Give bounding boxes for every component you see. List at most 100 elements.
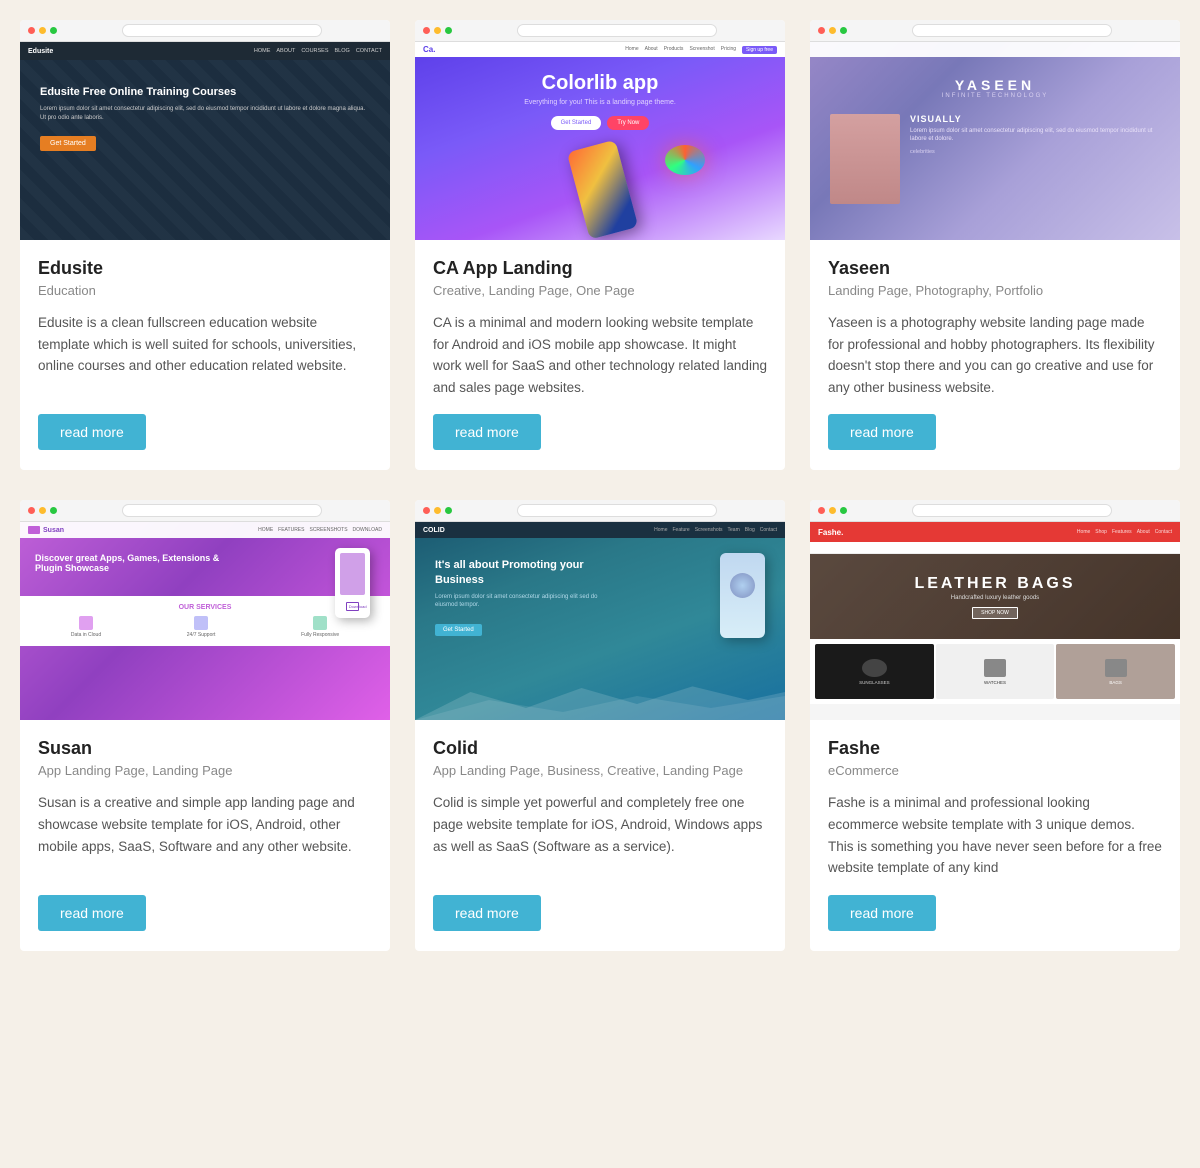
- ss-service-item: 24/7 Support: [187, 616, 216, 638]
- ss-service-label: Fully Responsive: [301, 632, 339, 638]
- card-desc-yaseen: Yaseen is a photography website landing …: [828, 312, 1162, 398]
- screenshot-yaseen: YASEEN INFINITE TECHNOLOGY VISUALLY Lore…: [810, 42, 1180, 240]
- ss-ca-nav-link: Home: [625, 46, 638, 54]
- ss-fashe-nav-link: Shop: [1095, 529, 1107, 535]
- ss-susan-nav-link: DOWNLOAD: [353, 527, 382, 533]
- ss-fashe-nav-link: Contact: [1155, 529, 1172, 535]
- ss-yaseen-photo: [830, 114, 900, 204]
- screenshot-colid: COLID Home Feature Screenshots Team Blog…: [415, 522, 785, 720]
- card-body-yaseen: Yaseen Landing Page, Photography, Portfo…: [810, 240, 1180, 470]
- ss-nav-link: HOME: [254, 48, 271, 54]
- ss-hero-title: Edusite Free Online Training Courses: [40, 85, 370, 99]
- card-image-colid: COLID Home Feature Screenshots Team Blog…: [415, 500, 785, 720]
- card-desc-fashe: Fashe is a minimal and professional look…: [828, 792, 1162, 878]
- ss-ca-nav-link: Screenshot: [689, 46, 714, 54]
- ss-service-icon: [79, 616, 93, 630]
- ss-fashe-nav-link: Features: [1112, 529, 1132, 535]
- ss-logo: Edusite: [28, 48, 53, 55]
- ss-susan-logo-icon: [28, 526, 40, 534]
- dot-green: [840, 507, 847, 514]
- ss-susan-nav-link: FEATURES: [278, 527, 304, 533]
- ss-colid-nav-link: Screenshots: [695, 527, 723, 533]
- ss-susan-phone: Download: [335, 548, 370, 618]
- ss-fashe-shop-btn: SHOP NOW: [972, 607, 1018, 619]
- ss-service-icon: [313, 616, 327, 630]
- card-ca-app: Ca. Home About Products Screenshot Prici…: [415, 20, 785, 470]
- ss-susan-service-row: Data in Cloud 24/7 Support Fully Respons…: [28, 616, 382, 638]
- ss-susan-logo: Susan: [43, 527, 64, 534]
- ss-susan-nav: Susan HOME FEATURES SCREENSHOTS DOWNLOAD: [20, 522, 390, 538]
- card-image-ca: Ca. Home About Products Screenshot Prici…: [415, 20, 785, 240]
- dot-red: [28, 27, 35, 34]
- url-bar-ca: [517, 24, 717, 37]
- card-title-ca: CA App Landing: [433, 258, 767, 279]
- dot-red: [818, 507, 825, 514]
- read-more-button-fashe[interactable]: read more: [828, 895, 936, 931]
- card-yaseen: YASEEN INFINITE TECHNOLOGY VISUALLY Lore…: [810, 20, 1180, 470]
- ss-yaseen-body: VISUALLY Lorem ipsum dolor sit amet cons…: [830, 114, 1160, 204]
- ss-colid-phone: [720, 553, 765, 638]
- card-desc-edusite: Edusite is a clean fullscreen education …: [38, 312, 372, 398]
- ss-service-label: 24/7 Support: [187, 632, 216, 638]
- ss-hero: Edusite Free Online Training Courses Lor…: [20, 60, 390, 176]
- ss-ca-btn2: Try Now: [607, 116, 649, 130]
- ss-fashe-subnav: [810, 542, 1180, 554]
- ss-fashe-hero-text: LEATHER BAGS Handcrafted luxury leather …: [914, 575, 1075, 619]
- dot-yellow: [829, 507, 836, 514]
- ss-cta-btn: Get Started: [40, 136, 96, 151]
- ss-colid-nav-link: Blog: [745, 527, 755, 533]
- read-more-button-susan[interactable]: read more: [38, 895, 146, 931]
- ss-fashe-nav-link: About: [1137, 529, 1150, 535]
- read-more-button-ca[interactable]: read more: [433, 414, 541, 450]
- ss-susan-nav-link: SCREENSHOTS: [309, 527, 347, 533]
- browser-chrome: [20, 20, 390, 42]
- card-tags-susan: App Landing Page, Landing Page: [38, 763, 372, 778]
- ss-service-label: Data in Cloud: [71, 632, 101, 638]
- card-image-fashe: Fashe. Home Shop Features About Contact: [810, 500, 1180, 720]
- card-tags-edusite: Education: [38, 283, 372, 298]
- ss-ca-logo: Ca.: [423, 45, 435, 54]
- dot-yellow: [434, 27, 441, 34]
- card-body-colid: Colid App Landing Page, Business, Creati…: [415, 720, 785, 950]
- card-tags-colid: App Landing Page, Business, Creative, La…: [433, 763, 767, 778]
- card-body-ca: CA App Landing Creative, Landing Page, O…: [415, 240, 785, 470]
- ss-yaseen-nav: [810, 42, 1180, 57]
- ss-colid-nav-link: Contact: [760, 527, 777, 533]
- card-desc-colid: Colid is simple yet powerful and complet…: [433, 792, 767, 878]
- ss-colid-logo: COLID: [423, 527, 445, 534]
- dot-green: [445, 27, 452, 34]
- ss-fashe-hero: LEATHER BAGS Handcrafted luxury leather …: [810, 554, 1180, 639]
- ss-product-img-2: [984, 659, 1006, 677]
- browser-chrome-colid: [415, 500, 785, 522]
- ss-ca-nav-link: About: [645, 46, 658, 54]
- ss-ca-nav-link: Products: [664, 46, 684, 54]
- ss-colid-circle: [730, 573, 755, 598]
- card-image-susan: Susan HOME FEATURES SCREENSHOTS DOWNLOAD…: [20, 500, 390, 720]
- ss-susan-title: Discover great Apps, Games, Extensions &…: [35, 553, 239, 573]
- card-fashe: Fashe. Home Shop Features About Contact: [810, 500, 1180, 950]
- read-more-button-yaseen[interactable]: read more: [828, 414, 936, 450]
- url-bar-fashe: [912, 504, 1112, 517]
- card-susan: Susan HOME FEATURES SCREENSHOTS DOWNLOAD…: [20, 500, 390, 950]
- ss-colid-nav-links: Home Feature Screenshots Team Blog Conta…: [654, 527, 777, 533]
- ss-ca-title: Colorlib app: [435, 72, 765, 95]
- ss-colid-nav-link: Feature: [672, 527, 689, 533]
- ss-fashe-nav-links: Home Shop Features About Contact: [1077, 529, 1172, 535]
- read-more-button-edusite[interactable]: read more: [38, 414, 146, 450]
- read-more-button-colid[interactable]: read more: [433, 895, 541, 931]
- ss-product-label-2: WATCHES: [984, 680, 1006, 685]
- ss-nav-link: COURSES: [301, 48, 328, 54]
- browser-chrome-yaseen: [810, 20, 1180, 42]
- ss-yaseen-name: YASEEN: [830, 77, 1160, 93]
- dot-green: [840, 27, 847, 34]
- ss-colid-btn: Get Started: [435, 624, 482, 636]
- ss-service-item: Data in Cloud: [71, 616, 101, 638]
- card-body-susan: Susan App Landing Page, Landing Page Sus…: [20, 720, 390, 950]
- card-title-edusite: Edusite: [38, 258, 372, 279]
- ss-hero-text: Lorem ipsum dolor sit amet consectetur a…: [40, 105, 370, 122]
- ss-yaseen-header: YASEEN INFINITE TECHNOLOGY: [830, 77, 1160, 99]
- url-bar-susan: [122, 504, 322, 517]
- ss-ca-nav: Ca. Home About Products Screenshot Prici…: [415, 42, 785, 57]
- dot-red: [423, 507, 430, 514]
- ss-susan-download: Download: [346, 602, 360, 611]
